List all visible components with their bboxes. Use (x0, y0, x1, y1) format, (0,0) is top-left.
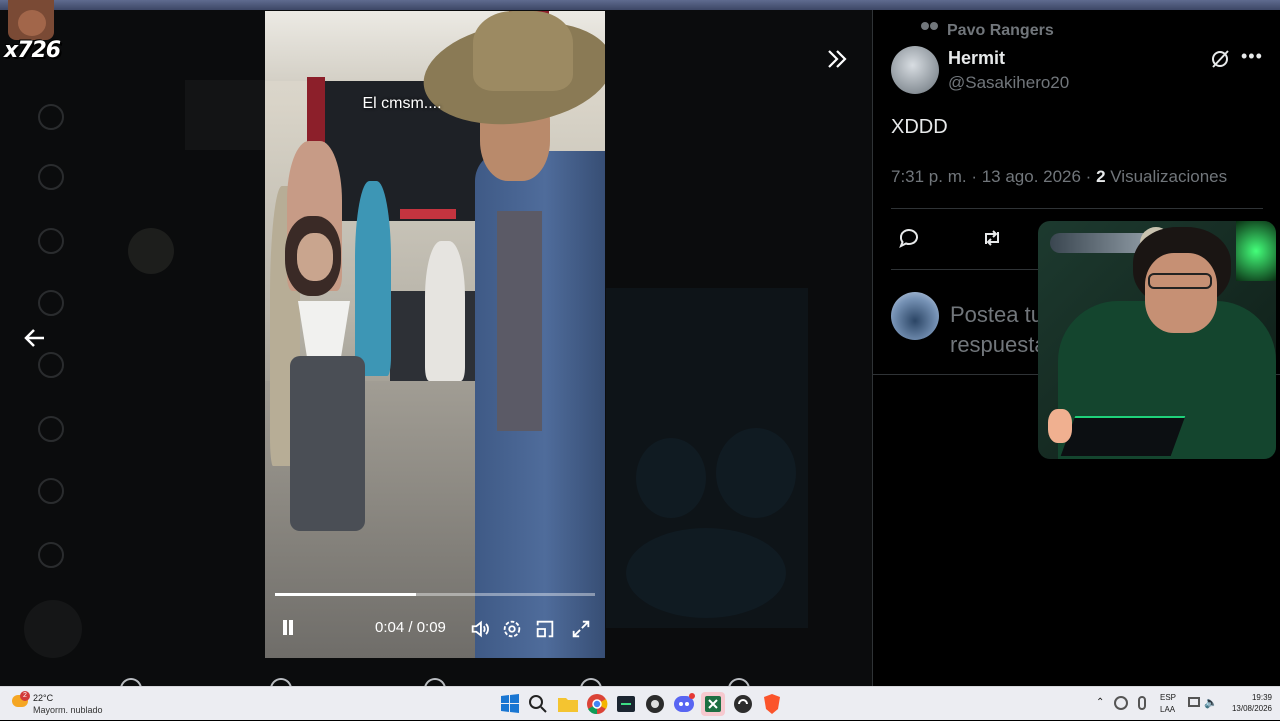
more-icon (38, 542, 64, 568)
streamer-badge-label: x726 (4, 38, 61, 63)
video-player[interactable]: El cmsm.... 0:04 / 0:09 (265, 11, 605, 658)
search-icon[interactable] (526, 692, 550, 716)
more-options-icon[interactable]: ••• (1241, 46, 1263, 67)
post-meta: 7:31 p. m. · 13 ago. 2026 · 2 Visualizac… (891, 167, 1227, 187)
discord-icon[interactable] (672, 692, 696, 716)
weather-alert-badge: 2 (20, 691, 30, 701)
tweet-text: XDDD (891, 116, 948, 138)
back-arrow-icon[interactable] (20, 323, 50, 353)
system-clock[interactable]: 19:39 13/08/2026 (1224, 692, 1272, 714)
share-icon[interactable] (728, 678, 750, 686)
user-name[interactable]: Hermit (948, 48, 1005, 69)
sync-icon[interactable] (1114, 696, 1128, 710)
background-sidebar (22, 90, 82, 686)
fullscreen-icon[interactable] (570, 618, 592, 640)
reply-icon[interactable] (120, 678, 142, 686)
views-icon[interactable] (580, 678, 602, 686)
grok-icon[interactable] (1209, 48, 1231, 70)
messages-icon (38, 290, 64, 316)
speaker-icon[interactable]: 🔈 (1204, 696, 1218, 709)
home-icon (38, 104, 64, 130)
brave-icon[interactable] (760, 692, 784, 716)
expand-panel-icon[interactable] (824, 46, 850, 72)
terminal-icon[interactable] (614, 692, 638, 716)
divider (891, 208, 1263, 209)
microphone-icon[interactable] (1138, 696, 1146, 710)
video-controls: 0:04 / 0:09 (265, 616, 605, 646)
streamer-badge-image (8, 0, 54, 40)
reply-avatar (891, 292, 939, 340)
background-avatar (128, 228, 174, 274)
video-progress-bar[interactable] (275, 593, 595, 596)
language-bottom[interactable]: LAA (1160, 705, 1175, 714)
window-top-strip (0, 0, 1280, 10)
background-media-card (606, 288, 808, 628)
volume-icon[interactable] (469, 618, 491, 640)
windows-start-icon[interactable] (498, 692, 522, 716)
weather-temp: 22°C (33, 693, 54, 703)
clock-time: 19:39 (1251, 693, 1272, 702)
mascot-image (1048, 409, 1072, 443)
like-icon[interactable] (424, 678, 446, 686)
file-explorer-icon[interactable] (556, 692, 580, 716)
media-viewer: El cmsm.... 0:04 / 0:09 (0, 10, 872, 686)
bell-icon (38, 228, 64, 254)
community-name: Pavo Rangers (947, 22, 1054, 39)
language-top[interactable]: ESP (1160, 693, 1176, 702)
app-icon[interactable] (731, 692, 755, 716)
community-icon (921, 22, 939, 36)
bookmark-icon (38, 416, 64, 442)
post-action-bar (118, 678, 758, 686)
post-timestamp: 7:31 p. m. · 13 ago. 2026 · (891, 167, 1097, 186)
background-thumbnail (185, 80, 265, 150)
repost-icon[interactable] (980, 226, 1004, 250)
background-compose-button (24, 600, 82, 658)
obs-icon[interactable] (643, 692, 667, 716)
repost-icon[interactable] (270, 678, 292, 686)
pause-icon[interactable] (281, 620, 295, 636)
video-caption: El cmsm.... (362, 95, 442, 112)
profile-icon (38, 478, 64, 504)
chrome-icon[interactable] (585, 692, 609, 716)
video-time: 0:04 / 0:09 (375, 619, 446, 636)
streamer-badge: x726 (4, 0, 61, 63)
picture-in-picture-icon[interactable] (534, 618, 556, 640)
reply-icon[interactable] (897, 226, 921, 250)
grok-icon (38, 352, 64, 378)
search-icon (38, 164, 64, 190)
user-handle[interactable]: @Sasakihero20 (948, 73, 1069, 93)
weather-desc: Mayorm. nublado (33, 705, 103, 715)
clock-date: 13/08/2026 (1231, 704, 1272, 713)
settings-icon[interactable] (501, 618, 523, 640)
chevron-up-icon[interactable]: ⌃ (1096, 697, 1104, 708)
webcam-overlay (1038, 221, 1276, 459)
views-label: Visualizaciones (1105, 167, 1228, 186)
network-icon[interactable] (1188, 697, 1200, 707)
avatar[interactable] (891, 46, 939, 94)
windows-taskbar: 2 22°C Mayorm. nublado ⌃ ESP LAA 🔈 19:39… (0, 686, 1280, 720)
community-label[interactable]: Pavo Rangers (921, 22, 1054, 40)
views-count: 2 (1096, 167, 1106, 186)
excel-icon[interactable] (701, 692, 725, 716)
weather-widget[interactable]: 2 22°C Mayorm. nublado (10, 691, 130, 717)
